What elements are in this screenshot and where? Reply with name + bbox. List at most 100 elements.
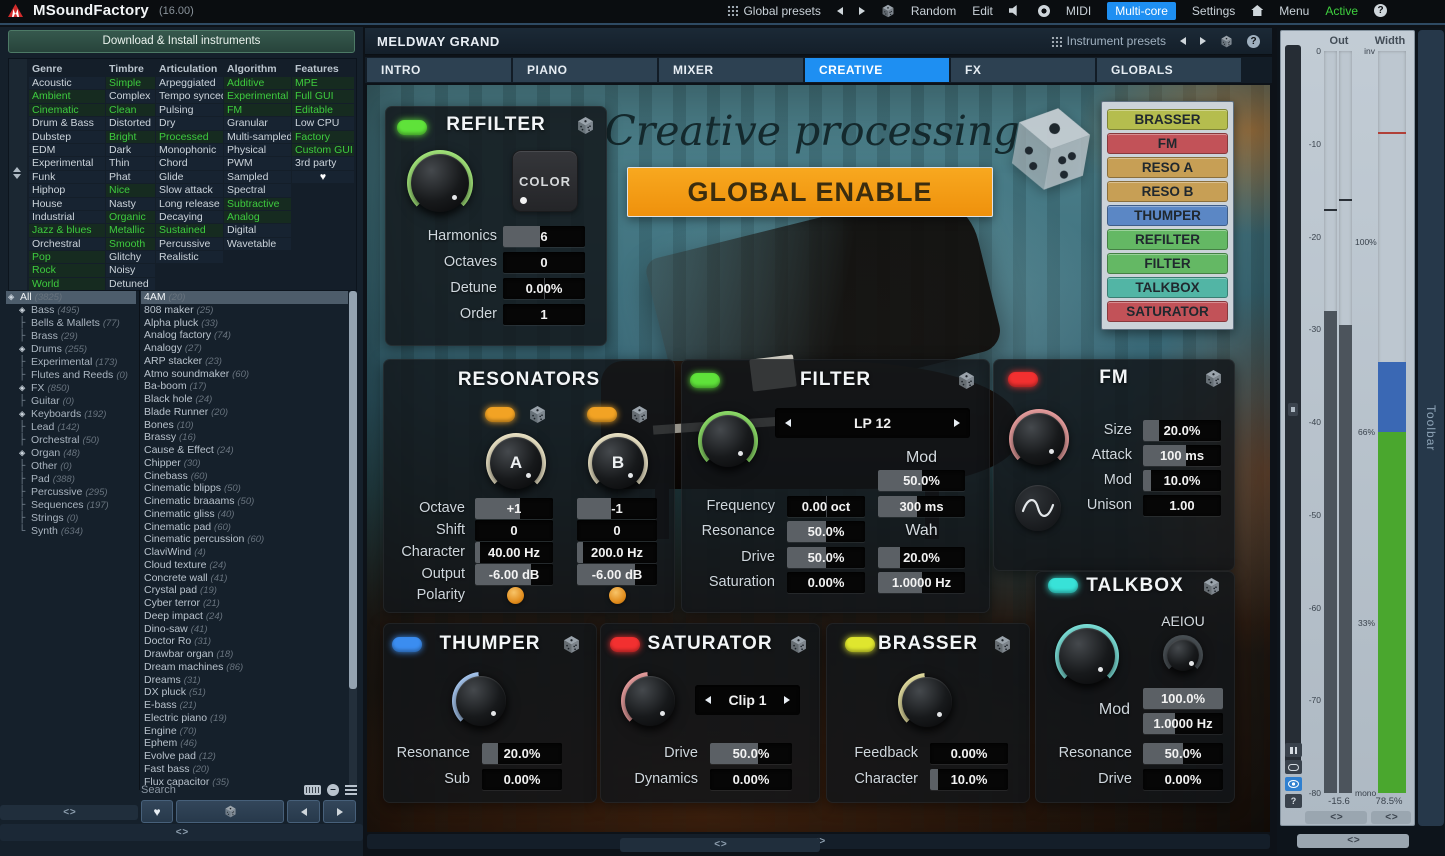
window-resize-handle[interactable]	[620, 838, 820, 852]
tree-item-pad[interactable]: ├Pad(388)	[6, 473, 136, 486]
slider-badge-icon[interactable]	[1288, 403, 1298, 416]
help-icon[interactable]: ?	[1374, 4, 1387, 17]
tag-cell[interactable]: Low CPU	[292, 117, 354, 129]
meter-help-button[interactable]: ?	[1285, 794, 1302, 808]
polarity-a-button[interactable]	[507, 587, 524, 604]
tag-cell[interactable]: Editable	[292, 104, 354, 116]
record-icon[interactable]	[1038, 5, 1050, 17]
dice-icon[interactable]	[528, 405, 547, 424]
speaker-icon[interactable]	[1009, 5, 1022, 16]
vowel-knob[interactable]	[1163, 635, 1203, 675]
preset-item[interactable]: Cinematic pad (60)	[141, 521, 348, 534]
global-presets-button[interactable]: Global presets	[727, 4, 820, 18]
meter-range-slider[interactable]	[1285, 45, 1301, 767]
preset-item[interactable]: DX pluck (51)	[141, 686, 348, 699]
size-field[interactable]: 20.0%	[1143, 420, 1221, 441]
dice-icon[interactable]	[881, 4, 895, 18]
wah-amount-field[interactable]: 20.0%	[878, 547, 965, 568]
filter-type-dropdown[interactable]: LP 12	[775, 408, 970, 438]
saturator-knob[interactable]	[621, 672, 679, 730]
preset-item[interactable]: Cinematic percussion (60)	[141, 533, 348, 546]
download-install-button[interactable]: Download & Install instruments	[8, 30, 355, 53]
character-b-field[interactable]: 200.0 Hz	[577, 542, 657, 563]
tag-cell[interactable]: MPE	[292, 77, 354, 89]
tab-mixer[interactable]: MIXER	[659, 58, 803, 82]
random-button[interactable]: Random	[911, 4, 956, 18]
tag-cell[interactable]: Percussive	[156, 238, 223, 250]
tag-cell[interactable]: Custom GUI	[292, 144, 354, 156]
resonance-field[interactable]: 50.0%	[787, 521, 865, 542]
module-button-filter[interactable]: FILTER	[1107, 253, 1228, 274]
drive-field[interactable]: 50.0%	[710, 743, 792, 764]
tag-cell[interactable]: Slow attack	[156, 184, 223, 196]
tag-cell[interactable]: Additive	[224, 77, 291, 89]
preset-item[interactable]: Bones (10)	[141, 419, 348, 432]
tree-item-other[interactable]: ├Other(0)	[6, 460, 136, 473]
drive-field[interactable]: 0.00%	[1143, 769, 1223, 790]
tag-cell[interactable]: Monophonic	[156, 144, 223, 156]
dice-icon[interactable]	[1202, 577, 1221, 596]
tag-cell[interactable]: Sampled	[224, 171, 291, 183]
dice-icon[interactable]	[1204, 369, 1223, 388]
tag-cell[interactable]: Organic	[106, 211, 155, 223]
drive-field[interactable]: 50.0%	[787, 547, 865, 568]
tree-resize-handle[interactable]	[0, 805, 138, 820]
heart-icon[interactable]: ♥	[292, 171, 354, 183]
favorite-button[interactable]: ♥	[141, 800, 173, 823]
tag-cell[interactable]: Dry	[156, 117, 223, 129]
preset-item[interactable]: Chipper (30)	[141, 457, 348, 470]
random-preset-button[interactable]	[176, 800, 284, 823]
instrument-presets-button[interactable]: Instrument presets	[1051, 34, 1166, 48]
tree-item-flutes-and-reeds[interactable]: ├Flutes and Reeds(0)	[6, 369, 136, 382]
tag-cell[interactable]: Detuned	[106, 278, 155, 290]
wah-rate-field[interactable]: 1.0000 Hz	[878, 572, 965, 593]
tag-cell[interactable]: Analog	[224, 211, 291, 223]
attack-field[interactable]: 100 ms	[1143, 445, 1221, 466]
mod-rate-field[interactable]: 1.0000 Hz	[1143, 713, 1223, 734]
search-input[interactable]: Search	[141, 784, 176, 796]
tag-cell[interactable]: Orchestral	[29, 238, 105, 250]
preset-item[interactable]: 808 maker (25)	[141, 304, 348, 317]
tree-item-organ[interactable]: ◈Organ(48)	[6, 447, 136, 460]
tag-cell[interactable]: Acoustic	[29, 77, 105, 89]
preset-item[interactable]: Cinematic braaams (50)	[141, 495, 348, 508]
tree-item-fx[interactable]: ◈FX(850)	[6, 382, 136, 395]
character-a-field[interactable]: 40.00 Hz	[475, 542, 553, 563]
tag-cell[interactable]: Realistic	[156, 251, 223, 263]
tag-cell[interactable]: Physical	[224, 144, 291, 156]
tree-item-all[interactable]: ◈All(3825)	[6, 291, 136, 304]
tag-cell[interactable]: Bright	[106, 131, 155, 143]
preset-item[interactable]: Ephem (46)	[141, 737, 348, 750]
tag-cell[interactable]: Phat	[106, 171, 155, 183]
detune-field[interactable]: 0.00%	[503, 278, 585, 299]
tree-item-drums[interactable]: ◈Drums(255)	[6, 343, 136, 356]
tab-globals[interactable]: GLOBALS	[1097, 58, 1241, 82]
module-button-reso-a[interactable]: RESO A	[1107, 157, 1228, 178]
resonator-b-enable-toggle[interactable]	[587, 407, 617, 422]
character-field[interactable]: 10.0%	[930, 769, 1008, 790]
tag-cell[interactable]: Factory	[292, 131, 354, 143]
tag-cell[interactable]: Arpeggiated	[156, 77, 223, 89]
tag-cell[interactable]: Granular	[224, 117, 291, 129]
dynamics-field[interactable]: 0.00%	[710, 769, 792, 790]
mod-amount-field[interactable]: 100.0%	[1143, 688, 1223, 709]
octave-b-field[interactable]: -1	[577, 498, 657, 519]
tag-cell[interactable]: Thin	[106, 157, 155, 169]
polarity-b-button[interactable]	[609, 587, 626, 604]
multicore-button[interactable]: Multi-core	[1107, 2, 1176, 20]
dice-icon[interactable]	[562, 635, 581, 654]
randomize-dice-icon[interactable]	[998, 96, 1105, 203]
keyboard-icon[interactable]	[304, 785, 321, 795]
tag-cell[interactable]: Glitchy	[106, 251, 155, 263]
prev-preset-button[interactable]	[287, 800, 320, 823]
edit-button[interactable]: Edit	[972, 4, 993, 18]
tag-cell[interactable]: Ambient	[29, 90, 105, 102]
next-preset-button[interactable]	[859, 7, 865, 15]
tab-creative[interactable]: CREATIVE	[805, 58, 949, 82]
tag-cell[interactable]: Tempo synced	[156, 90, 223, 102]
tree-item-bass[interactable]: ◈Bass(495)	[6, 304, 136, 317]
module-button-brasser[interactable]: BRASSER	[1107, 109, 1228, 130]
module-button-saturator[interactable]: SATURATOR	[1107, 301, 1228, 322]
preset-item[interactable]: ARP stacker (23)	[141, 355, 348, 368]
tag-cell[interactable]: Pop	[29, 251, 105, 263]
